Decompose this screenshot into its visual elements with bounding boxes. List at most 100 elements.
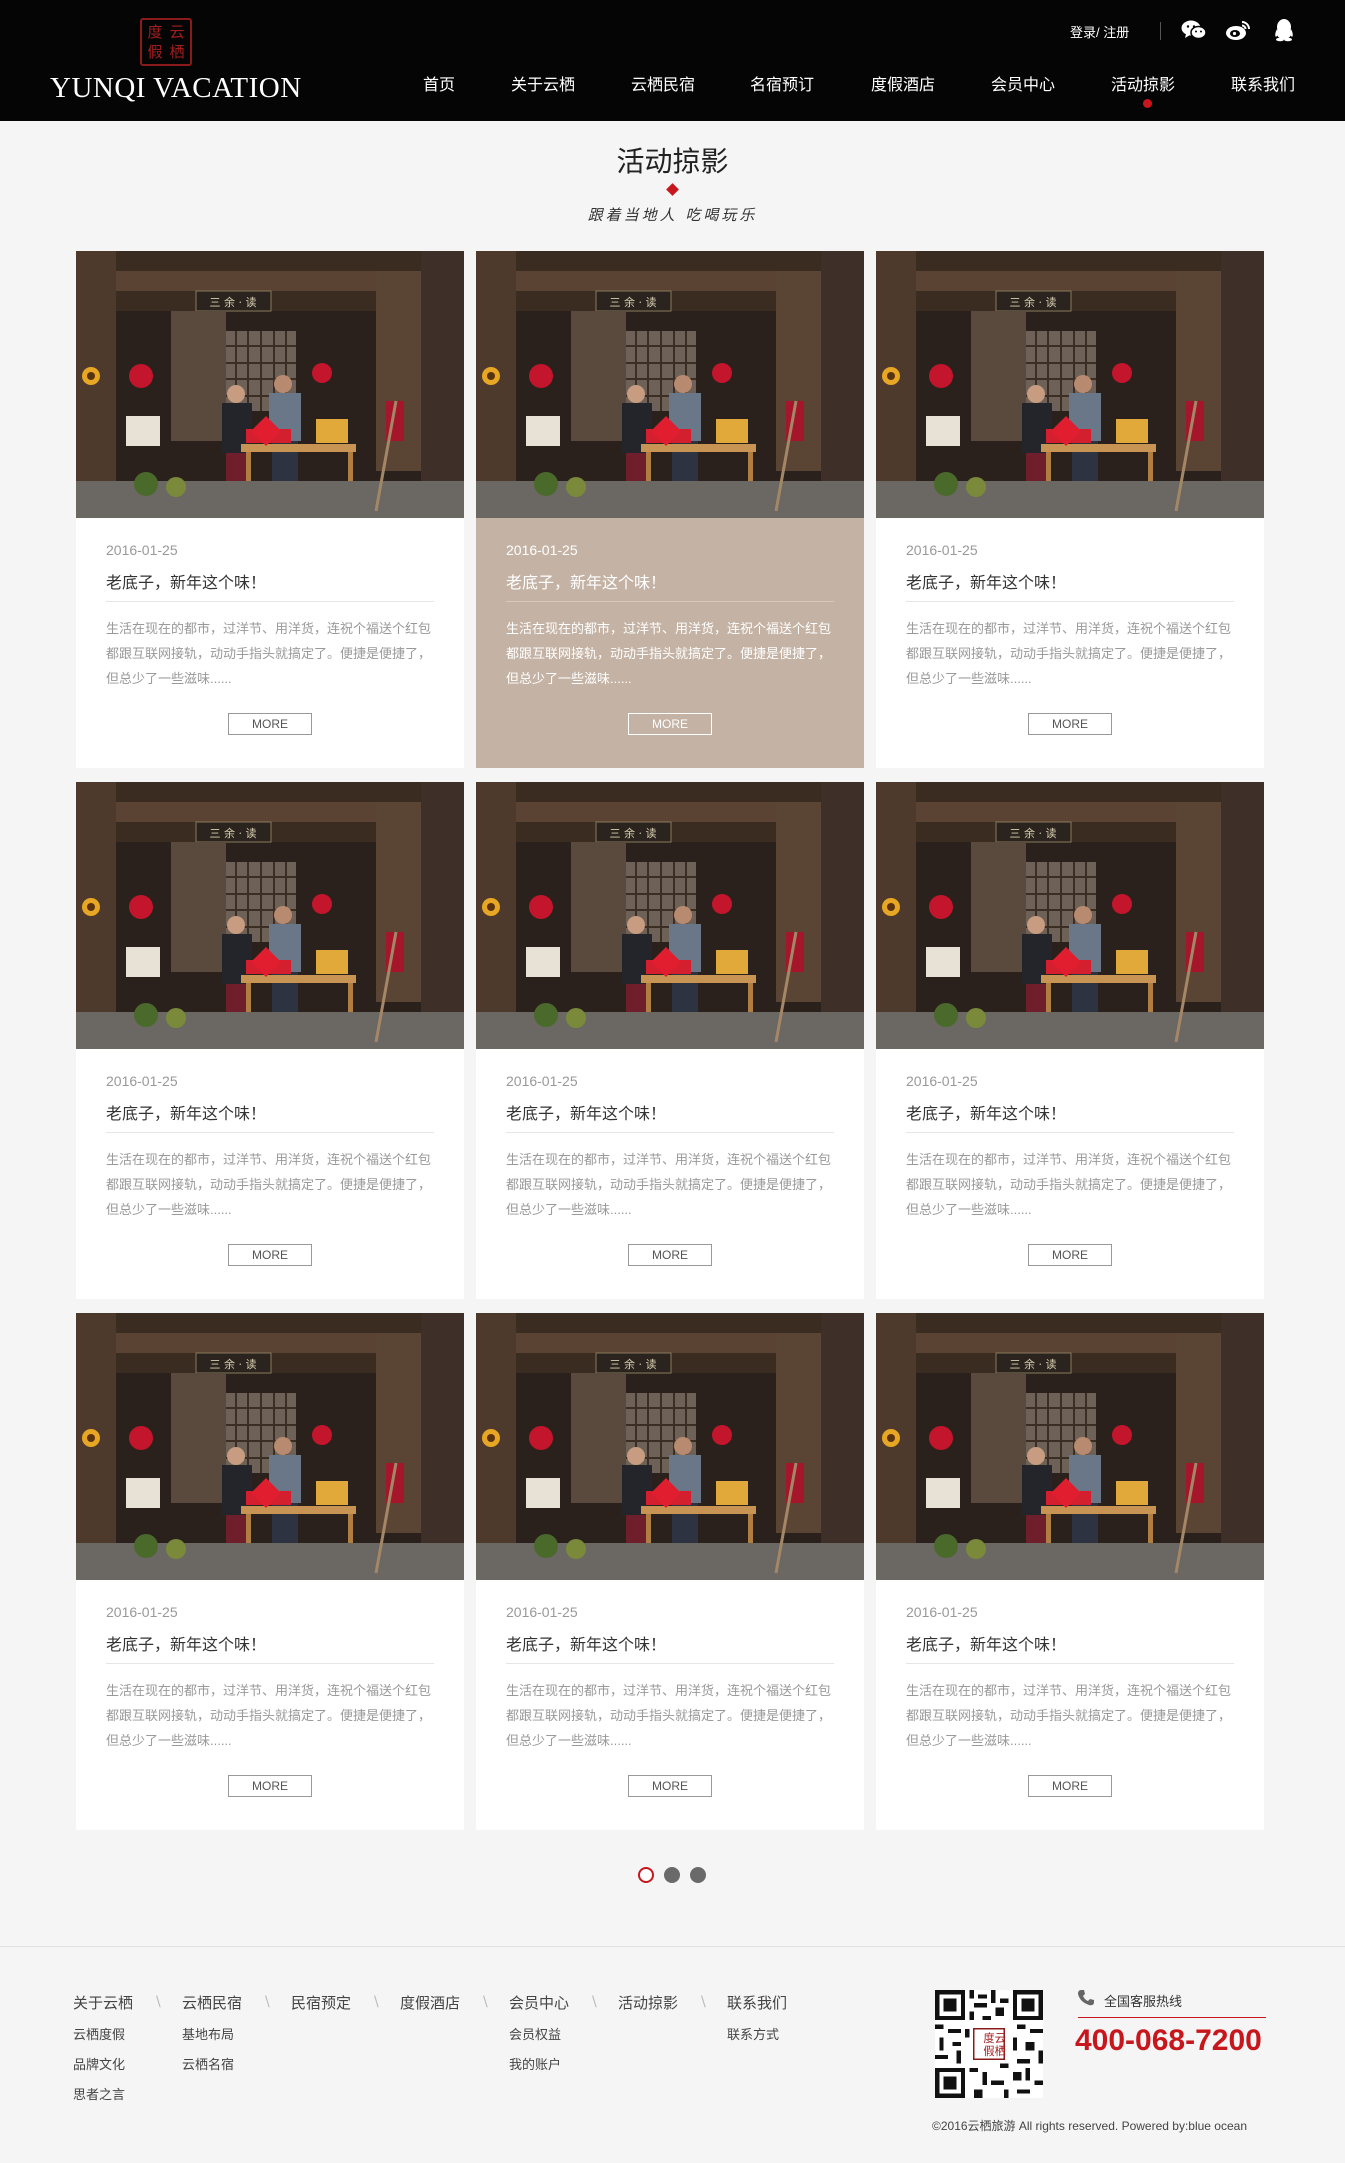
footer-sublink[interactable]: 云栖名宿 [182, 2057, 242, 2073]
login-register: 登录/ 注册 [1070, 22, 1129, 41]
header-divider [1160, 22, 1161, 40]
footer-sublink[interactable]: 基地布局 [182, 2027, 242, 2043]
site-header: 度 云 假 栖 YUNQI VACATION 登录/ 注册 首页 关于云栖 云栖… [0, 0, 1345, 121]
event-card[interactable]: 三 余 · 读 2016-01-25 老底子，新年这个味！ 生活在现在的都市，过… [876, 251, 1264, 768]
pagination-dot-1[interactable] [638, 1867, 654, 1883]
hotline-number[interactable]: 400-068-7200 [1075, 2024, 1262, 2058]
login-link[interactable]: 登录 [1070, 25, 1096, 40]
nav-events[interactable]: 活动掠影 [1111, 71, 1175, 95]
copyright: ©2016云栖旅游 All rights reserved. Powered b… [932, 2119, 1247, 2133]
card-title[interactable]: 老底子，新年这个味！ [506, 1100, 666, 1124]
svg-text:假栖: 假栖 [983, 2044, 1005, 2058]
footer-sublink[interactable]: 品牌文化 [73, 2057, 133, 2073]
card-excerpt: 生活在现在的都市，过洋节、用洋货，连祝个福送个红包都跟互联网接轨，动动手指头就搞… [906, 1152, 1232, 1217]
card-date: 2016-01-25 [106, 542, 178, 558]
footer-link-booking[interactable]: 民宿预定 [291, 1992, 351, 2013]
event-card[interactable]: 三 余 · 读 2016-01-25 老底子，新年这个味！ 生活在现在的都市，过… [76, 782, 464, 1299]
card-excerpt: 生活在现在的都市，过洋节、用洋货，连祝个福送个红包都跟互联网接轨，动动手指头就搞… [506, 1683, 832, 1748]
svg-text:度云: 度云 [983, 2031, 1005, 2045]
footer-separator: \ [156, 1994, 161, 2010]
event-photo-frame[interactable]: 三 余 · 读 [76, 1313, 464, 1580]
card-title[interactable]: 老底子，新年这个味！ [906, 1631, 1066, 1655]
footer-col-resort: 度假酒店 [400, 1992, 460, 2013]
nav-resort[interactable]: 度假酒店 [871, 71, 935, 95]
more-button[interactable]: MORE [1028, 1244, 1112, 1266]
event-card[interactable]: 三 余 · 读 2016-01-25 老底子，新年这个味！ 生活在现在的都市，过… [876, 1313, 1264, 1830]
footer-link-resort[interactable]: 度假酒店 [400, 1992, 460, 2013]
footer-sublink[interactable]: 思者之言 [73, 2087, 133, 2103]
more-button[interactable]: MORE [628, 1775, 712, 1797]
event-photo: 三 余 · 读 [76, 782, 464, 1049]
footer-sublink[interactable]: 我的账户 [509, 2057, 569, 2073]
nav-member[interactable]: 会员中心 [991, 71, 1055, 95]
footer-link-member[interactable]: 会员中心 [509, 1992, 569, 2013]
event-photo-frame[interactable]: 三 余 · 读 [876, 251, 1264, 518]
more-button[interactable]: MORE [628, 713, 712, 735]
card-title[interactable]: 老底子，新年这个味！ [506, 569, 666, 593]
more-button[interactable]: MORE [1028, 1775, 1112, 1797]
card-date: 2016-01-25 [506, 542, 578, 558]
card-date: 2016-01-25 [106, 1604, 178, 1620]
card-title[interactable]: 老底子，新年这个味！ [506, 1631, 666, 1655]
footer-link-homestay[interactable]: 云栖民宿 [182, 1992, 242, 2013]
card-divider [106, 1132, 434, 1133]
event-photo-frame[interactable]: 三 余 · 读 [476, 251, 864, 518]
register-link[interactable]: 注册 [1103, 25, 1129, 40]
logo-text[interactable]: YUNQI VACATION [50, 72, 302, 105]
event-card[interactable]: 三 余 · 读 2016-01-25 老底子，新年这个味！ 生活在现在的都市，过… [476, 1313, 864, 1830]
footer-separator: \ [483, 1994, 488, 2010]
event-card[interactable]: 三 余 · 读 2016-01-25 老底子，新年这个味！ 生活在现在的都市，过… [876, 782, 1264, 1299]
card-divider [106, 601, 434, 602]
nav-booking[interactable]: 名宿预订 [750, 71, 814, 95]
card-title[interactable]: 老底子，新年这个味！ [106, 1100, 266, 1124]
event-photo-frame[interactable]: 三 余 · 读 [76, 251, 464, 518]
nav-about[interactable]: 关于云栖 [511, 71, 575, 95]
event-photo: 三 余 · 读 [876, 1313, 1264, 1580]
footer-separator: \ [374, 1994, 379, 2010]
event-photo-frame[interactable]: 三 余 · 读 [476, 782, 864, 1049]
event-photo: 三 余 · 读 [76, 1313, 464, 1580]
footer-sublink[interactable]: 联系方式 [727, 2027, 787, 2043]
card-divider [506, 1663, 834, 1664]
footer-col-events: 活动掠影 [618, 1992, 678, 2013]
card-excerpt: 生活在现在的都市，过洋节、用洋货，连祝个福送个红包都跟互联网接轨，动动手指头就搞… [506, 621, 832, 686]
footer-sublink[interactable]: 会员权益 [509, 2027, 569, 2043]
event-card[interactable]: 三 余 · 读 2016-01-25 老底子，新年这个味！ 生活在现在的都市，过… [76, 1313, 464, 1830]
more-button[interactable]: MORE [1028, 713, 1112, 735]
card-title[interactable]: 老底子，新年这个味！ [906, 569, 1066, 593]
card-date: 2016-01-25 [506, 1073, 578, 1089]
wechat-icon[interactable] [1181, 18, 1207, 42]
card-title[interactable]: 老底子，新年这个味！ [106, 569, 266, 593]
more-button[interactable]: MORE [628, 1244, 712, 1266]
footer-link-about[interactable]: 关于云栖 [73, 1992, 133, 2013]
pagination-dot-2[interactable] [664, 1867, 680, 1883]
event-card[interactable]: 三 余 · 读 2016-01-25 老底子，新年这个味！ 生活在现在的都市，过… [476, 251, 864, 768]
event-photo-frame[interactable]: 三 余 · 读 [76, 782, 464, 1049]
event-card[interactable]: 三 余 · 读 2016-01-25 老底子，新年这个味！ 生活在现在的都市，过… [476, 782, 864, 1299]
pagination-dot-3[interactable] [690, 1867, 706, 1883]
event-card[interactable]: 三 余 · 读 2016-01-25 老底子，新年这个味！ 生活在现在的都市，过… [76, 251, 464, 768]
footer-link-contact[interactable]: 联系我们 [727, 1992, 787, 2013]
nav-active-indicator [1143, 99, 1152, 108]
hotline-label: 全国客服热线 [1104, 1994, 1183, 2009]
page-title: 活动掠影 [616, 146, 729, 177]
footer-col-member: 会员中心 会员权益 我的账户 [509, 1992, 569, 2073]
more-button[interactable]: MORE [228, 1775, 312, 1797]
event-photo-frame[interactable]: 三 余 · 读 [476, 1313, 864, 1580]
footer-link-events[interactable]: 活动掠影 [618, 1992, 678, 2013]
more-button[interactable]: MORE [228, 713, 312, 735]
event-photo-frame[interactable]: 三 余 · 读 [876, 782, 1264, 1049]
event-photo: 三 余 · 读 [476, 251, 864, 518]
card-title[interactable]: 老底子，新年这个味！ [106, 1631, 266, 1655]
weibo-icon[interactable] [1225, 18, 1251, 42]
card-title[interactable]: 老底子，新年这个味！ [906, 1100, 1066, 1124]
event-photo-frame[interactable]: 三 余 · 读 [876, 1313, 1264, 1580]
nav-home[interactable]: 首页 [423, 71, 455, 95]
logo-seal-icon[interactable]: 度 云 假 栖 [140, 18, 192, 66]
footer-sublink[interactable]: 云栖度假 [73, 2027, 133, 2043]
more-button[interactable]: MORE [228, 1244, 312, 1266]
login-slash: / [1096, 25, 1100, 40]
nav-homestay[interactable]: 云栖民宿 [631, 71, 695, 95]
nav-contact[interactable]: 联系我们 [1231, 71, 1295, 95]
qq-icon[interactable] [1271, 18, 1297, 42]
